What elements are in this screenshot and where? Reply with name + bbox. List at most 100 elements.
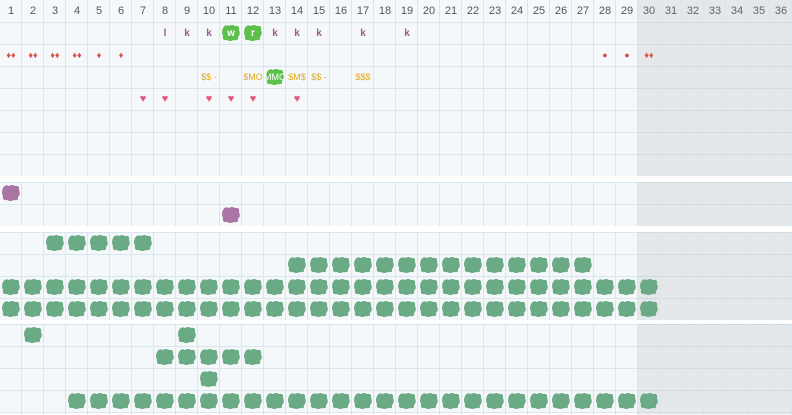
green-blob [177,300,197,318]
day-header-29[interactable]: 29 [616,0,638,22]
green-blob [243,348,263,366]
green-blob [331,278,351,296]
day-header-17[interactable]: 17 [352,0,374,22]
money-mark: $M$ [288,72,306,82]
col-line [219,0,220,415]
day-header-26[interactable]: 26 [550,0,572,22]
green-blob [177,392,197,410]
day-header-21[interactable]: 21 [440,0,462,22]
day-header-24[interactable]: 24 [506,0,528,22]
day-header-18[interactable]: 18 [374,0,396,22]
money-mark: $MO [243,72,263,82]
day-header-5[interactable]: 5 [88,0,110,22]
letter-mark: k [206,27,212,39]
green-blob [1,300,21,318]
green-blob [243,392,263,410]
col-line [725,0,726,415]
day-header-16[interactable]: 16 [330,0,352,22]
green-blob [463,256,483,274]
drop-icon: ♦♦ [72,50,82,60]
green-blob [551,392,571,410]
green-blob [639,278,659,296]
day-header-27[interactable]: 27 [572,0,594,22]
day-header-15[interactable]: 15 [308,0,330,22]
green-blob [67,392,87,410]
heart-icon: ♥ [293,93,301,105]
green-blob [155,348,175,366]
day-header-13[interactable]: 13 [264,0,286,22]
green-blob [463,278,483,296]
green-blob [23,300,43,318]
day-header-11[interactable]: 11 [220,0,242,22]
green-blob [507,256,527,274]
green-blob [485,392,505,410]
green-blob [287,256,307,274]
green-blob [45,300,65,318]
green-blob [155,278,175,296]
green-blob [45,234,65,252]
col-line [395,0,396,415]
day-header-22[interactable]: 22 [462,0,484,22]
drop-icon: ♦ [96,50,102,60]
green-blob [485,256,505,274]
col-line [307,0,308,415]
col-line [241,0,242,415]
day-header-28[interactable]: 28 [594,0,616,22]
day-header-4[interactable]: 4 [66,0,88,22]
green-blob [397,278,417,296]
green-blob [375,392,395,410]
green-blob [639,392,659,410]
green-blob [617,392,637,410]
green-blob [155,392,175,410]
day-header-12[interactable]: 12 [242,0,264,22]
green-blob [221,278,241,296]
green-blob [23,278,43,296]
col-line [439,0,440,415]
day-header-3[interactable]: 3 [44,0,66,22]
heart-icon: ♥ [249,93,257,105]
section-gap [0,226,792,232]
green-blob [111,300,131,318]
green-blob [89,234,109,252]
day-header-1[interactable]: 1 [0,0,22,22]
day-header-6[interactable]: 6 [110,0,132,22]
money-mark: $$ - [201,72,217,82]
green-blob [89,278,109,296]
day-header-19[interactable]: 19 [396,0,418,22]
green-blob [639,300,659,318]
day-header-2[interactable]: 2 [22,0,44,22]
green-blob [529,278,549,296]
letter-mark: k [272,27,278,39]
letter-mark: k [360,27,366,39]
green-blob [551,256,571,274]
green-blob [529,256,549,274]
col-line [153,0,154,415]
green-blob [221,300,241,318]
day-header-14[interactable]: 14 [286,0,308,22]
green-blob [265,300,285,318]
day-header-25[interactable]: 25 [528,0,550,22]
green-blob [397,300,417,318]
green-blob [177,326,197,344]
day-header-8[interactable]: 8 [154,0,176,22]
green-blob [89,392,109,410]
letter-mark: k [184,27,190,39]
day-header-7[interactable]: 7 [132,0,154,22]
green-blob [375,278,395,296]
day-header-23[interactable]: 23 [484,0,506,22]
col-line [461,0,462,415]
day-header-9[interactable]: 9 [176,0,198,22]
green-blob [375,300,395,318]
col-line [197,0,198,415]
green-blob [595,392,615,410]
green-blob [353,278,373,296]
heart-icon: ♥ [205,93,213,105]
day-header-10[interactable]: 10 [198,0,220,22]
calendar-grid: 1 2 3 4 5 6 7 8 9 10 11 12 13 14 15 16 17 18 19 20 21 22 23 24 2… [0,0,792,415]
green-blob [199,348,219,366]
green-blob [397,256,417,274]
green-blob [485,300,505,318]
day-header-20[interactable]: 20 [418,0,440,22]
green-blob [331,392,351,410]
col-line [263,0,264,415]
